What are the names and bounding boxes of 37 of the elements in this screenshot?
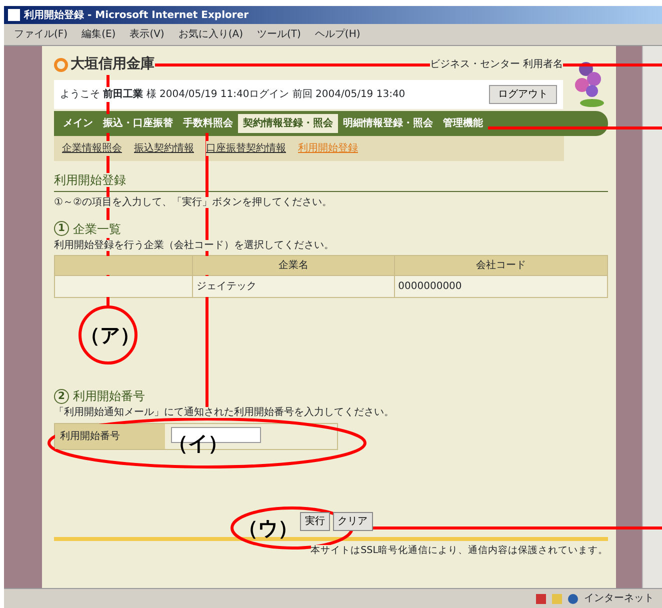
welcome-text: ようこそ 前田工業 様 2004/05/19 11:40ログイン 前回 2004/05/19 13:40: [60, 87, 406, 102]
globe-icon: [568, 594, 578, 604]
form-button[interactable]: 実行: [300, 512, 330, 530]
subnav-link[interactable]: 口座振替契約情報: [206, 141, 286, 156]
security-icon: [536, 594, 546, 604]
section-title: 企業一覧: [73, 220, 121, 238]
step-number: 2: [54, 388, 69, 404]
logout-button[interactable]: ログアウト: [489, 85, 557, 104]
callout-label: （ウ）: [238, 518, 298, 538]
callout-ellipse: [78, 306, 138, 364]
table-cell: ジェイテック: [192, 276, 395, 298]
form-button[interactable]: クリア: [332, 512, 372, 530]
logo-icon: [54, 58, 68, 72]
table-cell: 0000000000: [394, 276, 608, 298]
callout-label: （ア）: [80, 325, 140, 345]
subnav-link[interactable]: 振込契約情報: [134, 141, 194, 156]
menu-item[interactable]: 編集(E): [82, 27, 116, 42]
section-title: 利用開始番号: [73, 387, 145, 405]
ie-icon: [8, 9, 20, 21]
menu-item[interactable]: お気に入り(A): [178, 27, 243, 42]
column-header: 企業名: [192, 256, 395, 276]
scrollbar[interactable]: [642, 46, 662, 588]
bank-name: 大垣信用金庫: [70, 54, 154, 75]
field-label: 利用開始番号: [55, 424, 165, 448]
zone-label: インターネット: [584, 592, 654, 606]
nav-tab[interactable]: 契約情報登録・照会: [238, 114, 338, 133]
column-header: 会社コード: [394, 256, 608, 276]
menu-item[interactable]: ヘルプ(H): [314, 27, 360, 42]
page-title: 利用開始登録: [54, 173, 126, 187]
menu-item[interactable]: 表示(V): [130, 27, 164, 42]
callout-label: （イ）: [168, 433, 228, 453]
subnav-link[interactable]: 企業情報照会: [62, 141, 122, 156]
page-icon: [552, 594, 562, 604]
window-title: 利用開始登録 - Microsoft Internet Explorer: [24, 8, 249, 22]
menu-item[interactable]: ツール(T): [257, 27, 301, 42]
step-number: 1: [54, 221, 69, 236]
menu-item[interactable]: ファイル(F): [14, 27, 68, 42]
